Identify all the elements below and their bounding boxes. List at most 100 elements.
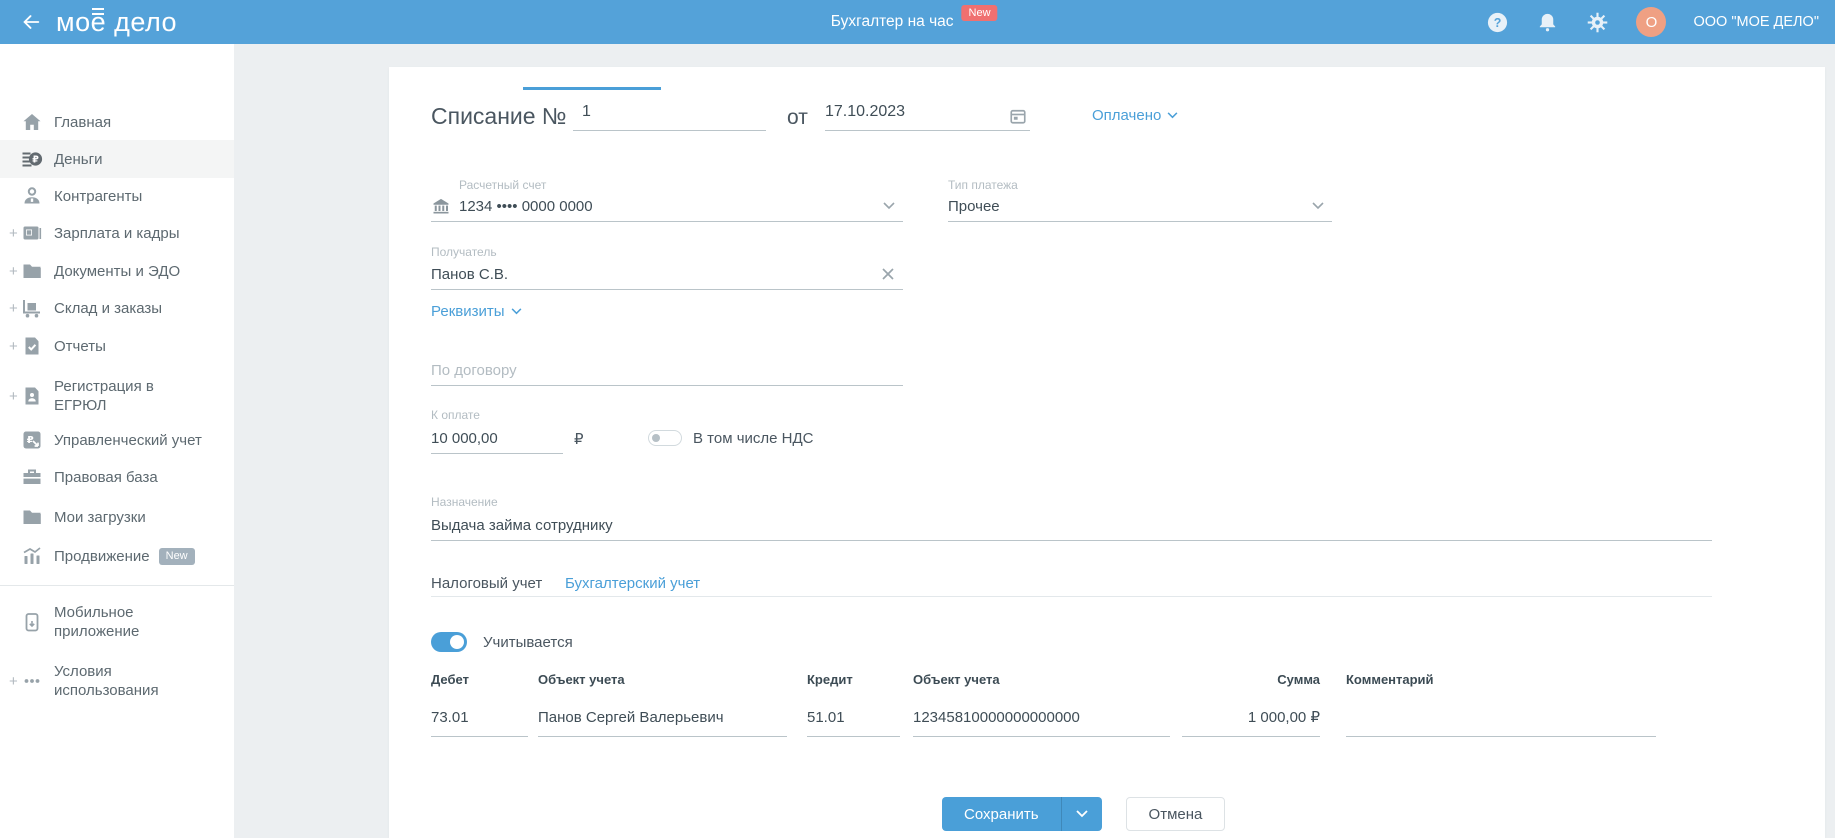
calendar-icon[interactable] — [1009, 107, 1027, 125]
chevron-down-icon — [1312, 202, 1324, 210]
date-prefix: от — [787, 106, 808, 129]
expand-plus[interactable]: + — [9, 263, 18, 280]
expand-plus[interactable]: + — [9, 338, 18, 355]
col-header-comment: Комментарий — [1346, 672, 1434, 687]
active-tab-indicator — [523, 87, 661, 90]
cart-icon — [23, 300, 40, 318]
svg-text:₽: ₽ — [27, 435, 34, 446]
currency-sign: ₽ — [574, 431, 584, 448]
payment-type-value: Прочее — [948, 197, 1000, 215]
sidebar-item-management-accounting[interactable]: ₽ Управленческий учет — [0, 421, 234, 459]
row-comment-input[interactable] — [1346, 704, 1656, 737]
contract-input[interactable] — [431, 355, 903, 386]
col-header-credit: Кредит — [807, 672, 853, 687]
topbar-right: ? O ООО "МОЕ ДЕЛО" — [1486, 7, 1835, 37]
purpose-label: Назначение — [431, 495, 498, 509]
help-icon[interactable]: ? — [1486, 11, 1509, 34]
gear-icon[interactable] — [1586, 11, 1609, 34]
back-button[interactable] — [16, 7, 46, 37]
tab-tax-accounting[interactable]: Налоговый учет — [431, 575, 542, 592]
expand-plus[interactable]: + — [9, 673, 18, 690]
sidebar-item-egrul-registration[interactable]: + Регистрация в ЕГРЮЛ — [0, 370, 234, 422]
status-value: Оплачено — [1092, 107, 1162, 124]
money-icon: ₽ — [22, 152, 43, 167]
purpose-input[interactable] — [431, 510, 1712, 541]
tab-accounting[interactable]: Бухгалтерский учет — [565, 575, 700, 592]
sidebar-item-documents-edo[interactable]: + Документы и ЭДО — [0, 252, 234, 290]
sidebar-item-reports[interactable]: + Отчеты — [0, 327, 234, 365]
uploads-folder-icon — [23, 510, 41, 524]
debit-account-input[interactable] — [431, 704, 528, 737]
credit-account-input[interactable] — [807, 704, 900, 737]
registration-doc-icon — [25, 387, 39, 405]
promotion-new-badge: New — [158, 547, 195, 565]
sidebar-item-terms-of-use[interactable]: + Условия использования — [0, 655, 234, 707]
sidebar-item-warehouse-orders[interactable]: + Склад и заказы — [0, 289, 234, 327]
folder-icon — [23, 264, 41, 278]
sidebar-item-my-uploads[interactable]: Мои загрузки — [0, 498, 234, 536]
account-select[interactable]: 1234 •••• 0000 0000 — [431, 191, 903, 222]
home-icon — [23, 114, 41, 130]
debit-object-input[interactable] — [538, 704, 787, 737]
accounted-toggle[interactable] — [431, 632, 467, 652]
amount-label: К оплате — [431, 408, 480, 422]
topbar: мо е дело Бухгалтер на час New ? O ООО "… — [0, 0, 1835, 44]
form-actions: Сохранить Отмена — [942, 797, 1226, 831]
status-dropdown[interactable]: Оплачено — [1092, 107, 1178, 124]
idcard-icon — [23, 226, 42, 240]
vat-toggle[interactable] — [648, 430, 682, 446]
toggle-knob — [450, 635, 464, 649]
cancel-button[interactable]: Отмена — [1125, 797, 1226, 831]
document-card: Списание № от Оплачено Расчетный счет 12… — [389, 67, 1825, 838]
sidebar-item-promotion[interactable]: Продвижение New — [0, 537, 234, 575]
row-amount-input[interactable] — [1182, 704, 1320, 737]
save-dropdown-button[interactable] — [1060, 797, 1102, 831]
clear-x-icon[interactable] — [881, 267, 895, 281]
chevron-down-icon — [1075, 810, 1088, 818]
col-header-credit-object: Объект учета — [913, 672, 1000, 687]
chevron-down-icon — [511, 308, 521, 315]
report-check-icon — [25, 337, 39, 355]
recipient-field[interactable]: Панов С.В. — [431, 259, 903, 290]
ruble-chart-icon: ₽ — [23, 431, 41, 449]
payment-type-label: Тип платежа — [948, 178, 1018, 192]
sidebar-item-mobile-app[interactable]: Мобильное приложение — [0, 596, 234, 648]
svg-text:?: ? — [1494, 15, 1502, 29]
avatar[interactable]: O — [1636, 7, 1667, 37]
svg-text:₽: ₽ — [32, 154, 39, 165]
payment-type-select[interactable]: Прочее — [948, 191, 1332, 222]
arrow-left-icon — [23, 15, 40, 29]
sidebar-item-legal-base[interactable]: Правовая база — [0, 458, 234, 496]
sidebar-item-money[interactable]: ₽ Деньги — [0, 140, 234, 178]
amount-input[interactable] — [431, 423, 563, 454]
requisites-link[interactable]: Реквизиты — [431, 303, 522, 320]
person-icon — [24, 187, 40, 204]
col-header-amount: Сумма — [1277, 672, 1320, 687]
app-logo[interactable]: мо е дело — [56, 7, 177, 38]
expand-plus[interactable]: + — [9, 225, 18, 242]
credit-object-input[interactable] — [913, 704, 1170, 737]
document-date-input[interactable] — [825, 97, 1030, 131]
recipient-label: Получатель — [431, 245, 497, 259]
document-number-input[interactable] — [573, 97, 766, 131]
col-header-debit: Дебет — [431, 672, 469, 687]
sidebar-item-home[interactable]: Главная — [0, 103, 234, 141]
sidebar-item-salary-hr[interactable]: + Зарплата и кадры — [0, 214, 234, 252]
sidebar-divider — [0, 585, 234, 586]
accountant-per-hour-link[interactable]: Бухгалтер на час — [831, 13, 954, 31]
account-value: 1234 •••• 0000 0000 — [459, 197, 593, 215]
bell-icon[interactable] — [1536, 11, 1559, 34]
save-button[interactable]: Сохранить — [942, 797, 1061, 831]
expand-plus[interactable]: + — [9, 388, 18, 405]
accounted-label: Учитывается — [483, 634, 573, 651]
document-title: Списание № — [431, 103, 567, 129]
sidebar-item-contractors[interactable]: Контрагенты — [0, 177, 234, 215]
company-name[interactable]: ООО "МОЕ ДЕЛО" — [1693, 14, 1819, 30]
chevron-down-icon — [883, 202, 895, 210]
ellipsis-icon — [24, 679, 40, 683]
sidebar: Главная ₽ Деньги Контрагенты + Зарплата … — [0, 44, 234, 838]
new-badge: New — [961, 5, 998, 21]
expand-plus[interactable]: + — [9, 300, 18, 317]
toggle-knob — [652, 434, 660, 442]
topbar-center: Бухгалтер на час New — [831, 0, 998, 44]
